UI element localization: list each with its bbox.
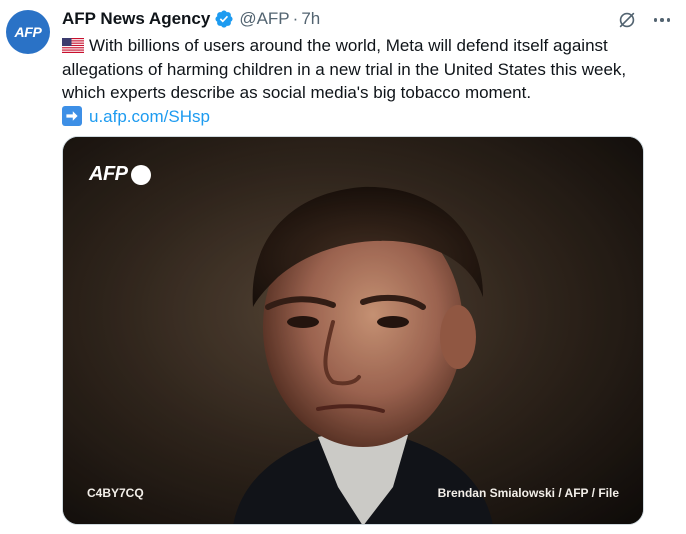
avatar[interactable]: AFP bbox=[6, 10, 50, 54]
post-text: With billions of users around the world,… bbox=[62, 36, 627, 102]
post-image[interactable]: AFP C4BY7CQ Brendan Smialowski / AFP / F… bbox=[62, 136, 644, 525]
separator-dot: · bbox=[292, 9, 299, 28]
avatar-logo-text: AFP bbox=[14, 24, 42, 40]
right-arrow-icon bbox=[62, 106, 82, 127]
tweet-text-line: With billions of users around the world,… bbox=[62, 34, 662, 105]
photo-portrait bbox=[63, 137, 643, 524]
photo-code: C4BY7CQ bbox=[87, 486, 144, 500]
us-flag-icon bbox=[62, 38, 84, 53]
link-line: u.afp.com/SHsp bbox=[62, 105, 662, 129]
photo-credit: Brendan Smialowski / AFP / File bbox=[437, 486, 619, 500]
afp-logo-text: AFP bbox=[89, 163, 128, 185]
more-icon[interactable] bbox=[650, 9, 674, 31]
afp-watermark-logo: AFP bbox=[89, 163, 151, 186]
post-time[interactable]: 7h bbox=[301, 9, 320, 29]
author-name[interactable]: AFP News Agency bbox=[62, 9, 210, 29]
tweet[interactable]: AFP AFP News Agency @AFP · 7h With billi… bbox=[0, 0, 686, 534]
author-handle[interactable]: @AFP bbox=[239, 9, 289, 29]
post-link[interactable]: u.afp.com/SHsp bbox=[89, 105, 210, 129]
tweet-body: With billions of users around the world,… bbox=[62, 34, 662, 128]
tweet-header: AFP News Agency @AFP · 7h bbox=[62, 8, 320, 30]
afp-logo-dot bbox=[130, 164, 151, 185]
top-right-actions bbox=[616, 9, 671, 31]
verified-badge-icon bbox=[214, 9, 234, 29]
grok-icon[interactable] bbox=[616, 9, 638, 31]
